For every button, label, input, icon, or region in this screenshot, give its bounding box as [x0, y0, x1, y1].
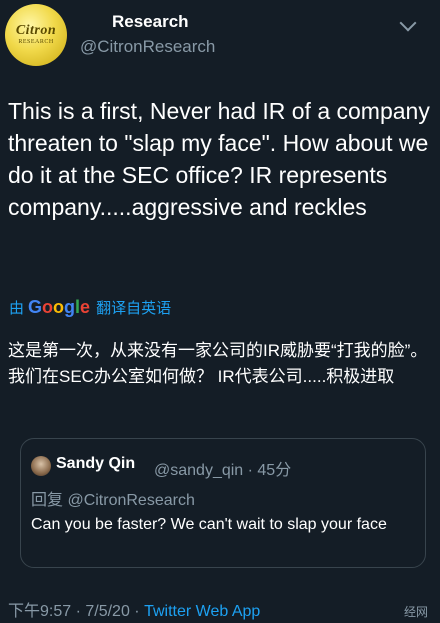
quoted-handle-time: @sandy_qin · 45分: [154, 462, 292, 479]
quoted-reply-to: 回复 @CitronResearch: [31, 492, 195, 509]
tweet-header: Citron RESEARCH Research @CitronResearch: [0, 0, 440, 80]
quoted-avatar[interactable]: [31, 456, 51, 476]
translate-action-label: 翻译自英语: [96, 299, 172, 317]
tweet-timestamp[interactable]: 下午9:57 · 7/5/20 ·: [8, 603, 144, 620]
translate-tweet-link[interactable]: 由 Google 翻译自英语: [9, 294, 171, 320]
display-name[interactable]: Research: [112, 12, 189, 32]
avatar-logo-subtext: RESEARCH: [18, 39, 54, 45]
translated-text: 这是第一次，从来没有一家公司的IR威胁要“打我的脸”。我们在SEC办公室如何做？…: [8, 341, 428, 386]
watermark: 经网: [404, 605, 429, 619]
tweet-text: This is a first, Never had IR of a compa…: [8, 98, 430, 220]
quoted-tweet-text: Can you be faster? We can't wait to slap…: [31, 516, 387, 533]
user-handle[interactable]: @CitronResearch: [80, 37, 215, 57]
avatar[interactable]: Citron RESEARCH: [5, 4, 67, 66]
chevron-down-icon[interactable]: [399, 14, 417, 32]
google-logo: Google: [28, 296, 91, 317]
tweet-footer: 下午9:57 · 7/5/20 · Twitter Web App: [8, 597, 260, 621]
translated-by-label: 由: [9, 299, 25, 317]
avatar-logo-text: Citron: [15, 23, 57, 38]
quoted-tweet[interactable]: Sandy Qin @sandy_qin · 45分 回复 @CitronRes…: [20, 438, 426, 568]
quoted-display-name: Sandy Qin: [56, 455, 136, 472]
tweet-source[interactable]: Twitter Web App: [144, 603, 260, 620]
